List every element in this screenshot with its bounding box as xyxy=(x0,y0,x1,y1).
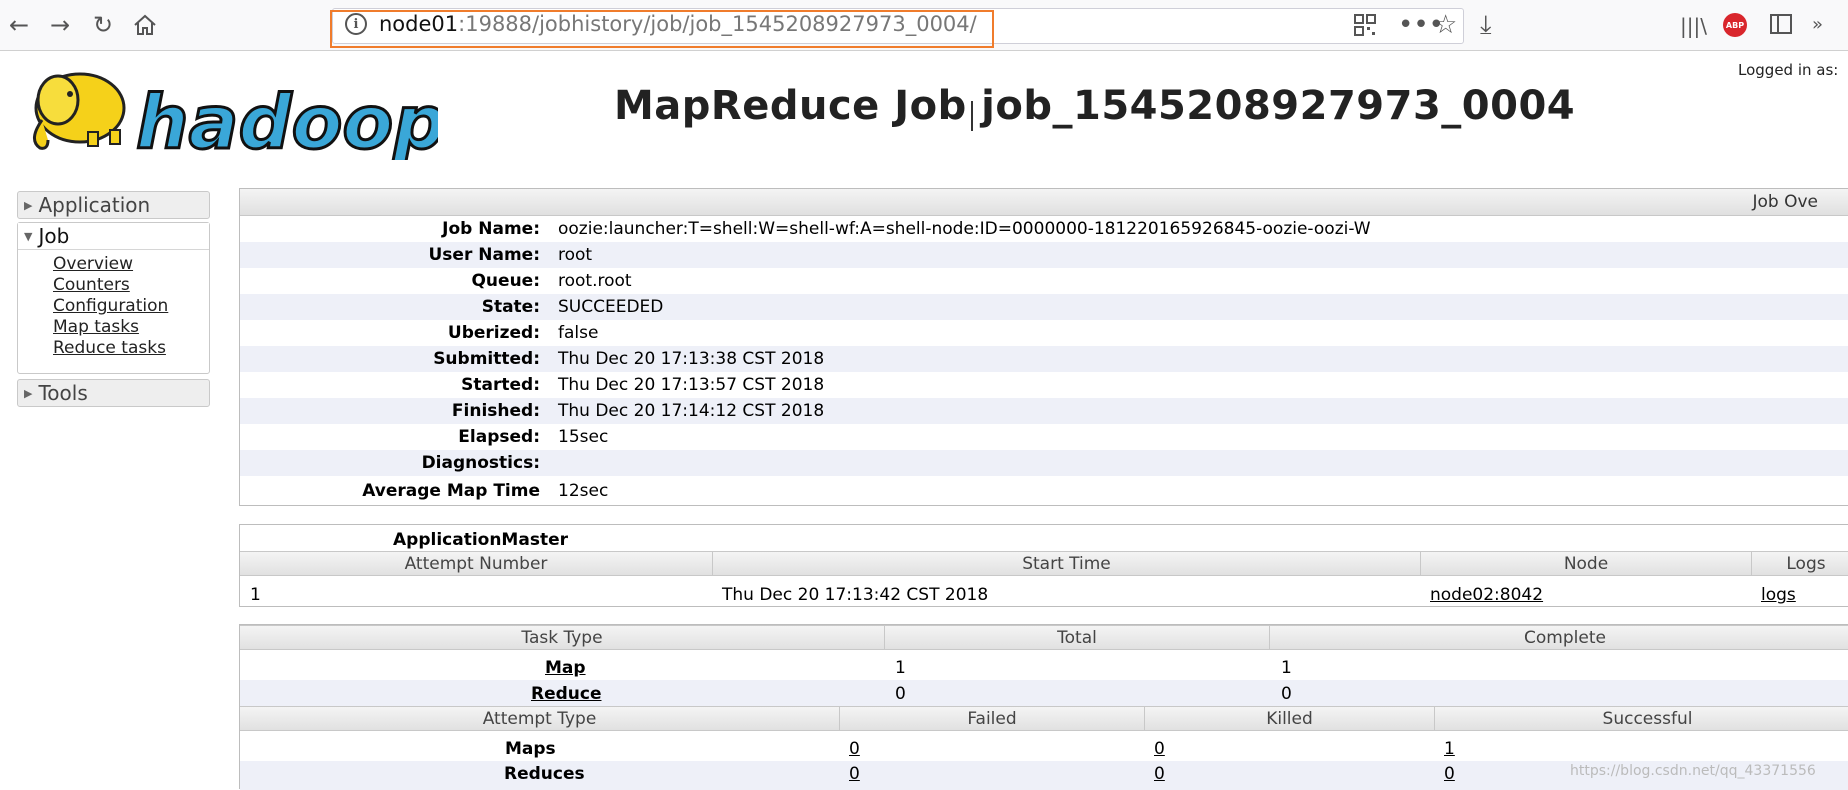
nav-link-reduce-tasks[interactable]: Reduce tasks xyxy=(53,338,209,359)
browser-toolbar: ← → ↻ i node01:19888/jobhistory/job/job_… xyxy=(0,0,1848,51)
qr-code-icon[interactable] xyxy=(1354,14,1376,42)
col-total: Total xyxy=(885,626,1270,650)
col-node[interactable]: Node xyxy=(1421,552,1752,576)
map-total-cell: 1 xyxy=(895,658,906,678)
nav-heading-application: Application xyxy=(38,193,151,217)
attempt-type-maps: Maps xyxy=(505,739,556,759)
nav-link-overview[interactable]: Overview xyxy=(53,254,209,275)
overview-row: Queue: root.root xyxy=(471,271,632,291)
col-complete: Complete xyxy=(1524,628,1606,648)
overflow-menu-icon[interactable]: » xyxy=(1812,14,1823,35)
overview-row: Elapsed: 15sec xyxy=(458,427,609,447)
col-attempt-type: Attempt Type xyxy=(240,707,840,731)
col-task-type: Task Type xyxy=(240,626,885,650)
user-name-value: root xyxy=(558,245,593,265)
col-successful: Successful xyxy=(1602,709,1693,729)
nav-link-configuration[interactable]: Configuration xyxy=(53,296,209,317)
job-overview-table: Job Ove Job Name: oozie:launcher:T=shell:… xyxy=(239,188,1848,506)
overview-row: Average Map Time 12sec xyxy=(362,481,609,501)
sidebar-icon[interactable] xyxy=(1770,14,1792,40)
state-value: SUCCEEDED xyxy=(558,297,664,317)
triangle-down-icon: ▼ xyxy=(24,229,33,243)
overview-row: Uberized: false xyxy=(447,323,599,343)
reduce-complete-cell: 0 xyxy=(1281,684,1292,704)
triangle-right-icon: ▶ xyxy=(24,386,33,400)
node-link[interactable]: node02:8042 xyxy=(1430,585,1543,605)
back-arrow-icon[interactable]: ← xyxy=(4,10,34,40)
maps-failed-link[interactable]: 0 xyxy=(849,739,860,759)
nav-section-job[interactable]: ▼ Job Overview Counters Configuration Map… xyxy=(17,222,210,374)
task-type-reduce-link[interactable]: Reduce xyxy=(531,684,602,704)
maps-killed-link[interactable]: 0 xyxy=(1154,739,1165,759)
reduce-total-cell: 0 xyxy=(895,684,906,704)
overview-row: Diagnostics: xyxy=(240,450,1848,476)
nav-heading-tools: Tools xyxy=(38,381,88,405)
col-attempt-number[interactable]: Attempt Number xyxy=(240,552,713,576)
col-start-time[interactable]: Start Time xyxy=(713,552,1421,576)
table-header-row: Task Type Total Complete xyxy=(240,625,1848,650)
attempt-number-cell: 1 xyxy=(250,585,261,605)
nav-section-tools[interactable]: ▶ Tools xyxy=(17,379,210,407)
hadoop-logo: hadoop xyxy=(18,60,448,168)
reduces-killed-link[interactable]: 0 xyxy=(1154,764,1165,784)
logged-in-label: Logged in as: xyxy=(1738,61,1839,79)
forward-arrow-icon[interactable]: → xyxy=(45,10,75,40)
col-failed: Failed xyxy=(840,707,1145,731)
nav-section-application[interactable]: ▶ Application xyxy=(17,191,210,219)
queue-value: root.root xyxy=(558,271,632,291)
table-header-row: Attempt Number Start Time Node Logs xyxy=(240,551,1848,576)
overview-row: User Name: root xyxy=(240,242,1848,268)
table-header-row: Attempt Type Failed Killed Successful xyxy=(240,706,1848,731)
adblock-icon[interactable]: ABP xyxy=(1723,13,1747,37)
url-text[interactable]: node01:19888/jobhistory/job/job_15452089… xyxy=(379,12,977,36)
text-cursor xyxy=(971,101,973,131)
watermark: https://blog.csdn.net/qq_43371556 xyxy=(1570,763,1816,779)
reduces-failed-link[interactable]: 0 xyxy=(849,764,860,784)
home-icon[interactable] xyxy=(130,10,160,40)
page-title: MapReduce Job job_1545208927973_0004 xyxy=(614,83,1576,129)
reduces-successful-link[interactable]: 0 xyxy=(1444,764,1455,784)
application-master-table: ApplicationMaster Attempt Number Start T… xyxy=(239,524,1848,607)
overview-row: Started: Thu Dec 20 17:13:57 CST 2018 xyxy=(461,375,825,395)
download-icon[interactable]: ⤓ xyxy=(1480,10,1492,41)
overview-row: Submitted: Thu Dec 20 17:13:38 CST 2018 xyxy=(240,346,1848,372)
submitted-value: Thu Dec 20 17:13:38 CST 2018 xyxy=(558,349,825,369)
elapsed-value: 15sec xyxy=(558,427,609,447)
application-master-title: ApplicationMaster xyxy=(393,530,568,550)
job-name-value: oozie:launcher:T=shell:W=shell-wf:A=shel… xyxy=(558,219,1371,239)
start-time-cell: Thu Dec 20 17:13:42 CST 2018 xyxy=(722,585,989,605)
job-overview-heading: Job Ove xyxy=(240,189,1848,216)
uberized-value: false xyxy=(558,323,599,343)
nav-link-counters[interactable]: Counters xyxy=(53,275,209,296)
library-icon[interactable]: |||\ xyxy=(1680,14,1707,38)
reload-icon[interactable]: ↻ xyxy=(88,10,118,40)
overview-row: Job Name: oozie:launcher:T=shell:W=shell-… xyxy=(442,219,1371,239)
col-killed: Killed xyxy=(1145,707,1435,731)
finished-value: Thu Dec 20 17:14:12 CST 2018 xyxy=(558,401,825,421)
svg-text:hadoop: hadoop xyxy=(136,80,438,160)
nav-heading-job: Job xyxy=(38,224,70,248)
map-complete-cell: 1 xyxy=(1281,658,1292,678)
started-value: Thu Dec 20 17:13:57 CST 2018 xyxy=(558,375,825,395)
overview-row: Finished: Thu Dec 20 17:14:12 CST 2018 xyxy=(240,398,1848,424)
task-type-map-link[interactable]: Map xyxy=(545,658,586,678)
bookmark-star-icon[interactable]: ☆ xyxy=(1434,10,1457,40)
maps-successful-link[interactable]: 1 xyxy=(1444,739,1455,759)
col-logs[interactable]: Logs xyxy=(1752,552,1848,576)
nav-link-map-tasks[interactable]: Map tasks xyxy=(53,317,209,338)
average-map-time-value: 12sec xyxy=(558,481,609,501)
overview-row: State: SUCCEEDED xyxy=(240,294,1848,320)
triangle-right-icon: ▶ xyxy=(24,198,33,212)
alt-row-bg xyxy=(240,680,1848,706)
site-info-icon[interactable]: i xyxy=(345,13,367,35)
attempt-type-reduces: Reduces xyxy=(504,764,585,784)
logs-link[interactable]: logs xyxy=(1761,585,1796,605)
